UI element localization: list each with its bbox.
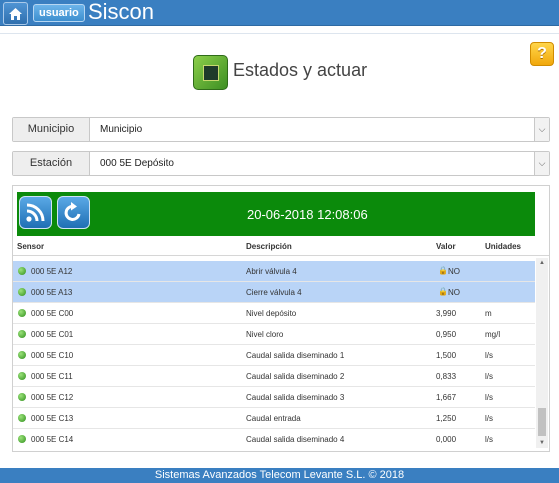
unit-cell: mg/l	[485, 330, 501, 339]
circuit-board-icon	[193, 55, 228, 90]
col-unidades[interactable]: Unidades	[485, 242, 521, 251]
value-cell: 3,990	[436, 309, 457, 318]
sensor-cell: 000 5E A13	[31, 288, 73, 297]
value-cell: 1,667	[436, 393, 457, 402]
table-row[interactable]: 000 5E C10 Caudal salida diseminado 1 1,…	[13, 345, 535, 366]
status-dot-icon	[18, 435, 26, 443]
municipio-select[interactable]: Municipio Municipio ⌵	[12, 117, 550, 142]
datetime: 20-06-2018 12:08:06	[247, 207, 368, 222]
status-dot-icon	[18, 267, 26, 275]
col-sensor[interactable]: Sensor	[17, 242, 44, 251]
rss-icon	[26, 203, 45, 222]
status-dot-icon	[18, 309, 26, 317]
status-dot-icon	[18, 351, 26, 359]
description-cell: Caudal salida diseminado 4	[246, 435, 345, 444]
table-row[interactable]: 000 5E C13 Caudal entrada 1,250 l/s	[13, 408, 535, 429]
col-valor[interactable]: Valor	[436, 242, 456, 251]
table-row[interactable]: 000 5E C01 Nivel cloro 0,950 mg/l	[13, 324, 535, 345]
lock-icon: 🔒	[438, 266, 448, 275]
description-cell: Nivel cloro	[246, 330, 284, 339]
sensor-cell: 000 5E C13	[31, 414, 74, 423]
table-row[interactable]: 000 5E C11 Caudal salida diseminado 2 0,…	[13, 366, 535, 387]
table-row[interactable]: 000 5E C12 Caudal salida diseminado 3 1,…	[13, 387, 535, 408]
value-cell: 0,950	[436, 330, 457, 339]
top-bar: usuario Siscon	[0, 0, 559, 26]
description-cell: Abrir válvula 4	[246, 267, 297, 276]
description-cell: Cierre válvula 4	[246, 288, 302, 297]
description-cell: Caudal salida diseminado 1	[246, 351, 345, 360]
status-dot-icon	[18, 288, 26, 296]
app-title: Siscon	[88, 0, 155, 24]
home-icon	[9, 7, 22, 20]
scroll-thumb[interactable]	[538, 408, 546, 436]
scroll-down-icon[interactable]: ▼	[536, 438, 548, 448]
table-body: 000 5E A12 Abrir válvula 4 🔒 NO 000 5E A…	[13, 258, 535, 448]
sensor-cell: 000 5E C12	[31, 393, 74, 402]
help-button[interactable]: ?	[530, 42, 554, 66]
sensor-cell: 000 5E C14	[31, 435, 74, 444]
table-row[interactable]: 000 5E C00 Nivel depósito 3,990 m	[13, 303, 535, 324]
divider	[0, 33, 559, 34]
unit-cell: l/s	[485, 393, 493, 402]
description-cell: Caudal salida diseminado 2	[246, 372, 345, 381]
refresh-icon	[64, 202, 81, 221]
scroll-up-icon[interactable]: ▲	[536, 258, 548, 268]
estacion-select[interactable]: Estación 000 5E Depósito ⌵	[12, 151, 550, 176]
value-cell: 0,000	[436, 435, 457, 444]
sensor-cell: 000 5E C01	[31, 330, 74, 339]
table-row[interactable]: 000 5E A12 Abrir válvula 4 🔒 NO	[13, 261, 535, 282]
description-cell: Caudal entrada	[246, 414, 301, 423]
col-descripcion[interactable]: Descripción	[246, 242, 292, 251]
estacion-value[interactable]: 000 5E Depósito	[100, 152, 174, 175]
user-button[interactable]: usuario	[33, 4, 85, 22]
sensor-cell: 000 5E C00	[31, 309, 74, 318]
status-dot-icon	[18, 414, 26, 422]
value-cell: 1,250	[436, 414, 457, 423]
table-row[interactable]: 000 5E C14 Caudal salida diseminado 4 0,…	[13, 429, 535, 448]
unit-cell: m	[485, 309, 492, 318]
sensor-panel: 20-06-2018 12:08:06 Sensor Descripción V…	[12, 185, 550, 452]
description-cell: Nivel depósito	[246, 309, 297, 318]
estacion-label: Estación	[13, 152, 90, 175]
chevron-down-icon[interactable]: ⌵	[534, 118, 549, 141]
sensor-cell: 000 5E A12	[31, 267, 73, 276]
page-title: Estados y actuar	[233, 60, 368, 80]
value-cell: 1,500	[436, 351, 457, 360]
value-cell: 0,833	[436, 372, 457, 381]
lock-icon: 🔒	[438, 287, 448, 296]
table-header: Sensor Descripción Valor Unidades	[13, 238, 549, 256]
table-scrollbar[interactable]: ▲ ▼	[536, 258, 548, 448]
unit-cell: l/s	[485, 414, 493, 423]
description-cell: Caudal salida diseminado 3	[246, 393, 345, 402]
value-cell: NO	[448, 288, 460, 297]
sensor-cell: 000 5E C10	[31, 351, 74, 360]
status-dot-icon	[18, 372, 26, 380]
unit-cell: l/s	[485, 351, 493, 360]
unit-cell: l/s	[485, 372, 493, 381]
status-bar: 20-06-2018 12:08:06	[17, 192, 535, 236]
status-dot-icon	[18, 330, 26, 338]
municipio-label: Municipio	[13, 118, 90, 141]
sensor-cell: 000 5E C11	[31, 372, 73, 381]
refresh-button[interactable]	[57, 196, 90, 229]
table-row[interactable]: 000 5E A13 Cierre válvula 4 🔒 NO	[13, 282, 535, 303]
municipio-value[interactable]: Municipio	[100, 118, 142, 141]
footer: Sistemas Avanzados Telecom Levante S.L. …	[0, 468, 559, 483]
home-button[interactable]	[3, 2, 28, 25]
unit-cell: l/s	[485, 435, 493, 444]
value-cell: NO	[448, 267, 460, 276]
rss-button[interactable]	[19, 196, 52, 229]
status-dot-icon	[18, 393, 26, 401]
chevron-down-icon[interactable]: ⌵	[534, 152, 549, 175]
